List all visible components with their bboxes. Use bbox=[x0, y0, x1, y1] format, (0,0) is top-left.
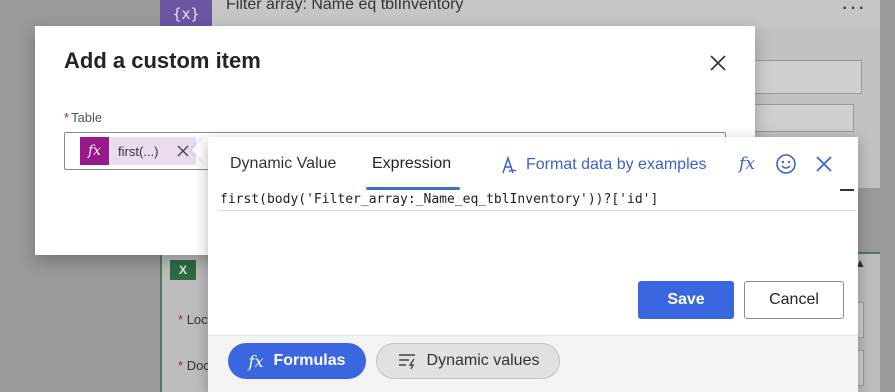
background-field-label: * Loc bbox=[178, 312, 208, 327]
formulas-label: Formulas bbox=[273, 352, 346, 369]
expression-popup: Dynamic Value Expression Format data by … bbox=[208, 137, 858, 392]
dynamic-values-button[interactable]: Dynamic values bbox=[376, 343, 560, 379]
dynamic-values-label: Dynamic values bbox=[426, 352, 540, 369]
background-field bbox=[750, 104, 854, 132]
fx-icon[interactable]: fx bbox=[736, 153, 758, 175]
more-options-icon: ··· bbox=[841, 0, 866, 19]
token-label: first(...) bbox=[118, 143, 159, 159]
dialog-title: Add a custom item bbox=[64, 48, 261, 73]
input-caret bbox=[840, 189, 854, 191]
fx-icon: fx bbox=[248, 351, 264, 371]
tab-dynamic-value[interactable]: Dynamic Value bbox=[230, 155, 336, 173]
flow-step-title: Filter array: Name eq tblInventory bbox=[226, 0, 464, 13]
dynamic-values-icon bbox=[398, 354, 415, 370]
table-label: * Table bbox=[64, 110, 103, 125]
format-data-label: Format data by examples bbox=[526, 156, 707, 173]
excel-icon: X bbox=[170, 260, 196, 280]
format-data-by-examples-button[interactable]: Format data by examples bbox=[500, 153, 707, 177]
expression-text: first(body('Filter_array:_Name_eq_tblInv… bbox=[220, 192, 659, 207]
expression-token[interactable]: fx first(...) bbox=[80, 137, 196, 165]
save-button[interactable]: Save bbox=[638, 281, 734, 319]
background-field-label: * Doc bbox=[178, 358, 210, 373]
background-field bbox=[750, 60, 862, 94]
formulas-button[interactable]: fx Formulas bbox=[228, 343, 366, 379]
expression-input[interactable]: first(body('Filter_array:_Name_eq_tblInv… bbox=[218, 189, 856, 211]
close-icon[interactable] bbox=[707, 52, 729, 74]
tab-expression[interactable]: Expression bbox=[372, 155, 451, 173]
popup-footer: fx Formulas Dynamic values bbox=[208, 335, 858, 392]
cancel-button[interactable]: Cancel bbox=[744, 281, 844, 319]
variable-icon: {x} bbox=[160, 0, 212, 28]
close-icon[interactable] bbox=[813, 153, 835, 175]
fx-icon: fx bbox=[80, 137, 109, 165]
feedback-smiley-icon[interactable] bbox=[775, 153, 797, 175]
format-wand-icon bbox=[502, 155, 517, 174]
remove-token-icon[interactable] bbox=[176, 144, 190, 158]
background-flow-step: {x} Filter array: Name eq tblInventory ·… bbox=[160, 0, 880, 28]
